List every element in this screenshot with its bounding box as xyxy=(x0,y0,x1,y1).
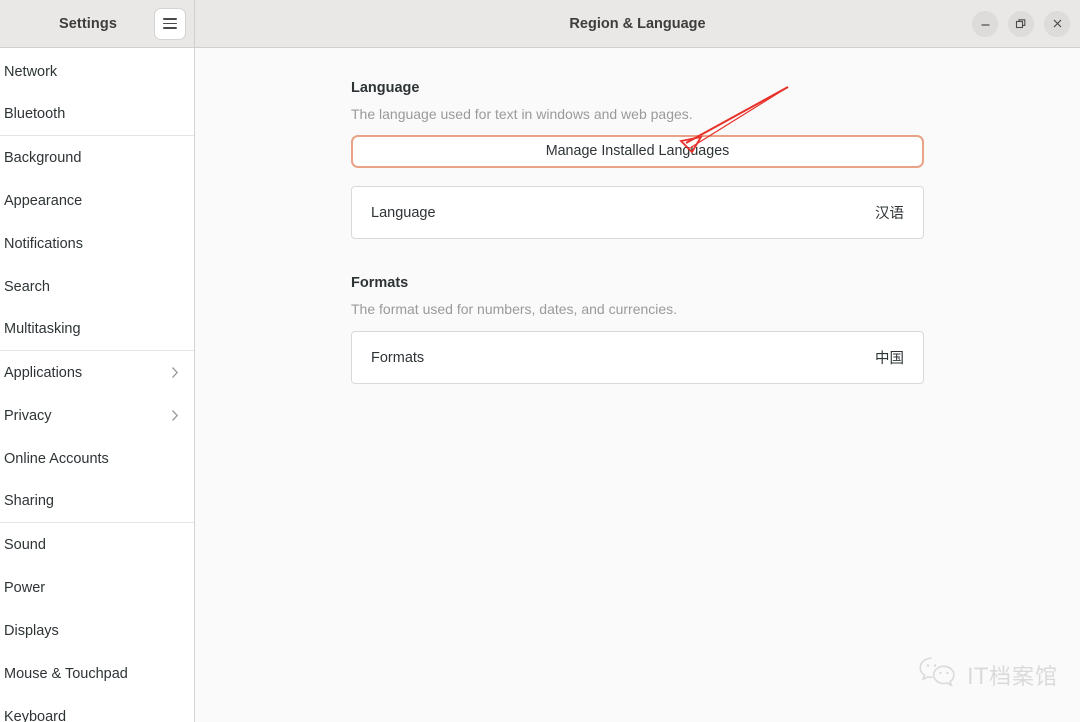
hamburger-bar xyxy=(163,18,177,20)
sidebar-item-label: Sharing xyxy=(4,493,54,509)
sidebar-item-label: Appearance xyxy=(4,192,83,209)
sidebar-item-mouse-touchpad[interactable]: Mouse & Touchpad xyxy=(0,652,194,695)
sidebar-item-label: Background xyxy=(4,149,82,166)
sidebar-item-label: Displays xyxy=(4,622,59,639)
sidebar-item-label: Multitasking xyxy=(4,321,81,337)
sidebar-item-bluetooth[interactable]: Bluetooth xyxy=(0,93,194,136)
sidebar-item-sound[interactable]: Sound xyxy=(0,523,194,566)
sidebar-item-search[interactable]: Search xyxy=(0,265,194,308)
app-title: Settings xyxy=(59,15,117,32)
sidebar-item-applications[interactable]: Applications xyxy=(0,351,194,394)
language-row-label: Language xyxy=(371,204,436,221)
sidebar-item-multitasking[interactable]: Multitasking xyxy=(0,308,194,351)
formats-section-title: Formats xyxy=(351,275,409,291)
window-body: Network Bluetooth Background Appearance Noti… xyxy=(0,48,1080,722)
formats-section-description: The format used for numbers, dates, and … xyxy=(351,301,678,317)
formats-row-value: 中国 xyxy=(875,351,904,367)
chevron-right-icon xyxy=(170,409,180,423)
sidebar-item-label: Network xyxy=(4,63,58,80)
hamburger-bar xyxy=(163,27,177,29)
sidebar-item-keyboard[interactable]: Keyboard xyxy=(0,695,194,722)
manage-installed-languages-button[interactable]: Manage Installed Languages xyxy=(351,135,924,168)
language-row-value: 汉语 xyxy=(875,206,904,222)
formats-row[interactable]: Formats 中国 xyxy=(351,331,924,384)
sidebar[interactable]: Network Bluetooth Background Appearance Noti… xyxy=(0,48,195,722)
sidebar-item-notifications[interactable]: Notifications xyxy=(0,222,194,265)
sidebar-item-label: Privacy xyxy=(4,407,52,424)
sidebar-item-label: Search xyxy=(4,278,50,295)
titlebar-main-header: Region & Language xyxy=(195,0,1080,47)
sidebar-item-background[interactable]: Background xyxy=(0,136,194,179)
language-section: Language The language used for text in w… xyxy=(351,80,924,239)
close-icon[interactable] xyxy=(1044,10,1070,37)
formats-section: Formats The format used for numbers, dat… xyxy=(351,275,924,384)
minimize-icon[interactable] xyxy=(972,10,998,37)
hamburger-bar xyxy=(163,22,177,25)
chevron-right-icon xyxy=(170,366,180,380)
settings-window: Settings Region & Language Network Bluet… xyxy=(0,0,1080,722)
titlebar: Settings Region & Language xyxy=(0,0,1080,48)
sidebar-item-network[interactable]: Network xyxy=(0,50,194,93)
sidebar-item-displays[interactable]: Displays xyxy=(0,609,194,652)
sidebar-item-label: Power xyxy=(4,579,46,596)
sidebar-item-label: Keyboard xyxy=(4,708,67,722)
main-content: Language The language used for text in w… xyxy=(195,48,1080,722)
sidebar-item-privacy[interactable]: Privacy xyxy=(0,394,194,437)
restore-icon[interactable] xyxy=(1008,10,1034,37)
language-section-title: Language xyxy=(351,80,420,96)
formats-row-label: Formats xyxy=(371,349,425,366)
sidebar-item-label: Mouse & Touchpad xyxy=(4,665,128,682)
sidebar-item-label: Applications xyxy=(4,364,83,381)
watermark: IT档案馆 xyxy=(918,656,1058,694)
page-title: Region & Language xyxy=(569,15,706,32)
settings-panel: Language The language used for text in w… xyxy=(351,48,924,384)
window-controls xyxy=(972,10,1070,37)
sidebar-item-label: Online Accounts xyxy=(4,450,109,467)
hamburger-icon[interactable] xyxy=(154,7,186,40)
language-row[interactable]: Language 汉语 xyxy=(351,186,924,239)
sidebar-item-appearance[interactable]: Appearance xyxy=(0,179,194,222)
wechat-icon xyxy=(918,656,958,694)
titlebar-sidebar-header: Settings xyxy=(0,0,195,47)
sidebar-item-label: Sound xyxy=(4,536,46,553)
sidebar-item-power[interactable]: Power xyxy=(0,566,194,609)
watermark-text: IT档案馆 xyxy=(967,665,1058,690)
sidebar-item-sharing[interactable]: Sharing xyxy=(0,480,194,523)
language-section-description: The language used for text in windows an… xyxy=(351,106,693,122)
sidebar-item-label: Notifications xyxy=(4,235,83,252)
sidebar-item-label: Bluetooth xyxy=(4,106,66,122)
sidebar-item-online-accounts[interactable]: Online Accounts xyxy=(0,437,194,480)
